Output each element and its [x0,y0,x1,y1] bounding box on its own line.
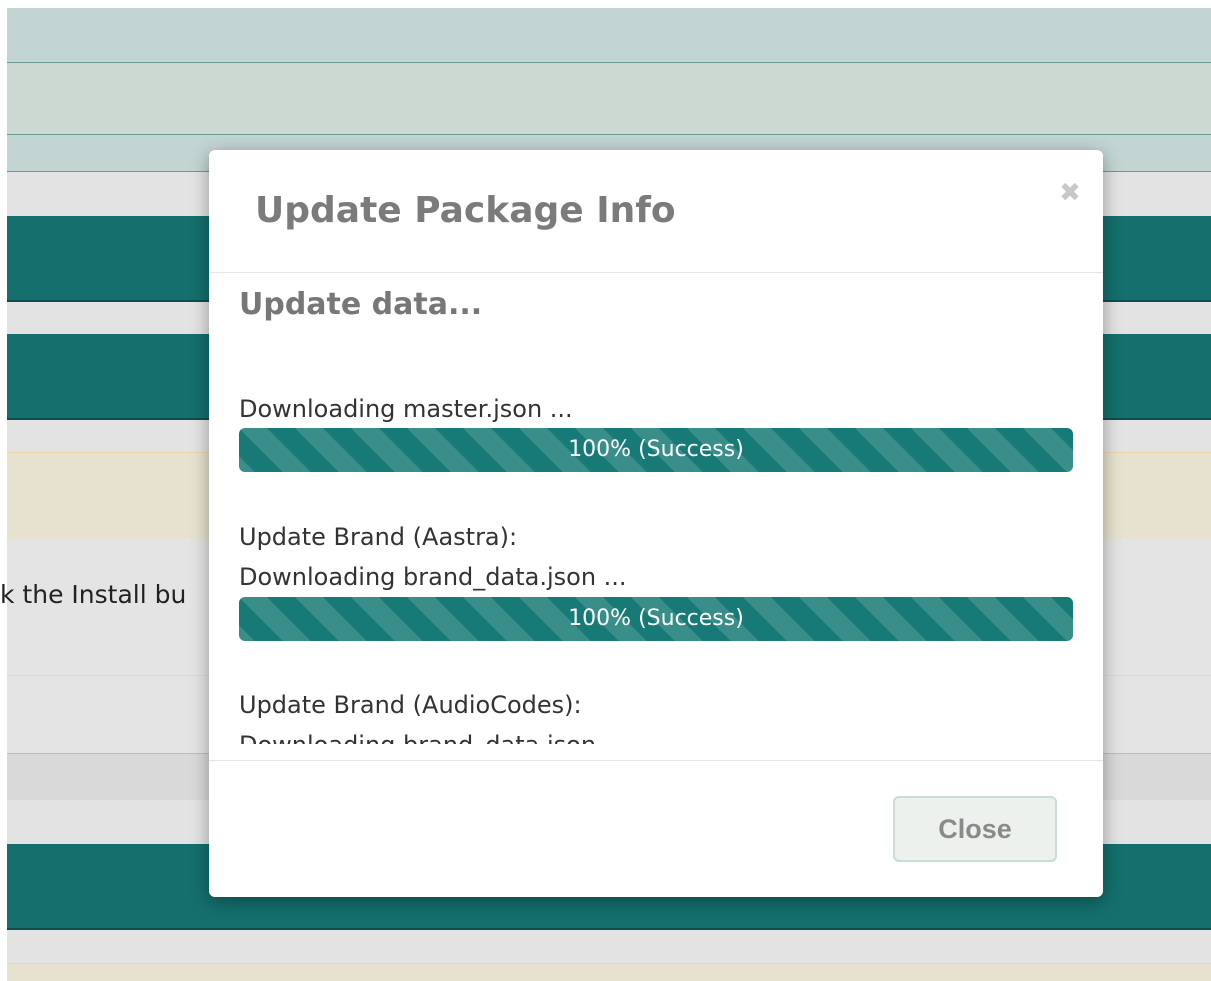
close-button[interactable]: Close [893,796,1057,862]
modal-footer: Close [209,760,1103,897]
close-icon[interactable]: ✖ [1055,178,1085,208]
background-instruction-text: k the Install bu [0,580,187,609]
log-line: Downloading brand_data.json ... [239,731,627,744]
modal-body[interactable]: Update data... Downloading master.json .… [209,273,1103,744]
bg-header-band [7,63,1211,135]
log-line: Update Brand (AudioCodes): [239,691,582,719]
log-line: Downloading brand_data.json ... [239,563,627,591]
bg-row [7,930,1211,963]
log-line: Downloading master.json ... [239,395,573,423]
body-heading: Update data... [239,287,483,322]
modal-title: Update Package Info [255,190,676,231]
progress-bar: 100% (Success) [239,428,1073,472]
bg-alert-band [7,963,1211,981]
log-line: Update Brand (Aastra): [239,523,518,551]
progress-label: 100% (Success) [568,437,744,462]
update-package-modal: Update Package Info ✖ Update data... Dow… [209,150,1103,897]
bg-header-band [7,8,1211,63]
progress-bar: 100% (Success) [239,597,1073,641]
modal-header: Update Package Info ✖ [209,150,1103,273]
progress-label: 100% (Success) [568,606,744,631]
